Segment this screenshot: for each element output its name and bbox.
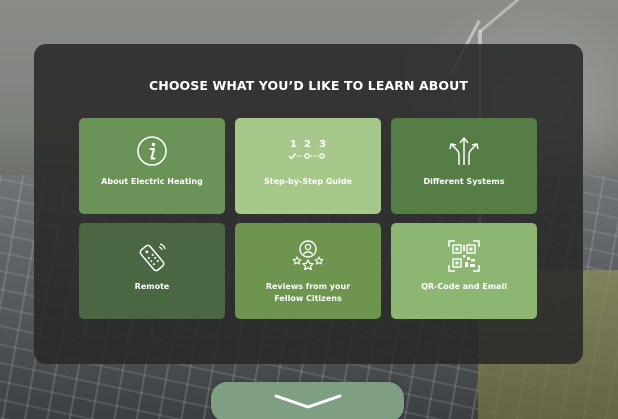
reviews-icon: [290, 239, 326, 273]
steps-icon: 1 2 3: [286, 134, 330, 168]
svg-text:3: 3: [319, 139, 326, 150]
tile-qr-code-and-email[interactable]: QR-Code and Email: [391, 223, 537, 319]
info-icon: [136, 134, 168, 168]
chevron-down-icon: [274, 394, 341, 409]
tile-label: QR-Code and Email: [421, 282, 507, 291]
tile-different-systems[interactable]: Different Systems: [391, 118, 537, 214]
branching-arrows-icon: [447, 134, 481, 168]
tile-label: Reviews from your Fellow Citizens: [265, 282, 351, 303]
topic-grid: About Electric Heating 1 2 3 Step-by-Ste…: [79, 118, 537, 319]
panel-title: CHOOSE WHAT YOU’D LIKE TO LEARN ABOUT: [149, 78, 468, 93]
tile-label: Remote: [134, 282, 170, 291]
remote-control-icon: [135, 239, 169, 273]
qr-code-icon: [447, 239, 481, 273]
scroll-down-button[interactable]: [211, 382, 404, 419]
tile-step-by-step-guide[interactable]: 1 2 3 Step-by-Step Guide: [235, 118, 381, 214]
tile-remote[interactable]: Remote: [79, 223, 225, 319]
svg-text:1: 1: [290, 139, 297, 150]
topic-selection-panel: CHOOSE WHAT YOU’D LIKE TO LEARN ABOUT Ab…: [34, 44, 583, 364]
tile-reviews[interactable]: Reviews from your Fellow Citizens: [235, 223, 381, 319]
svg-text:2: 2: [304, 139, 311, 150]
tile-label: Different Systems: [423, 177, 505, 186]
tile-label: About Electric Heating: [101, 177, 203, 186]
tile-about-electric-heating[interactable]: About Electric Heating: [79, 118, 225, 214]
tile-label: Step-by-Step Guide: [264, 177, 352, 186]
